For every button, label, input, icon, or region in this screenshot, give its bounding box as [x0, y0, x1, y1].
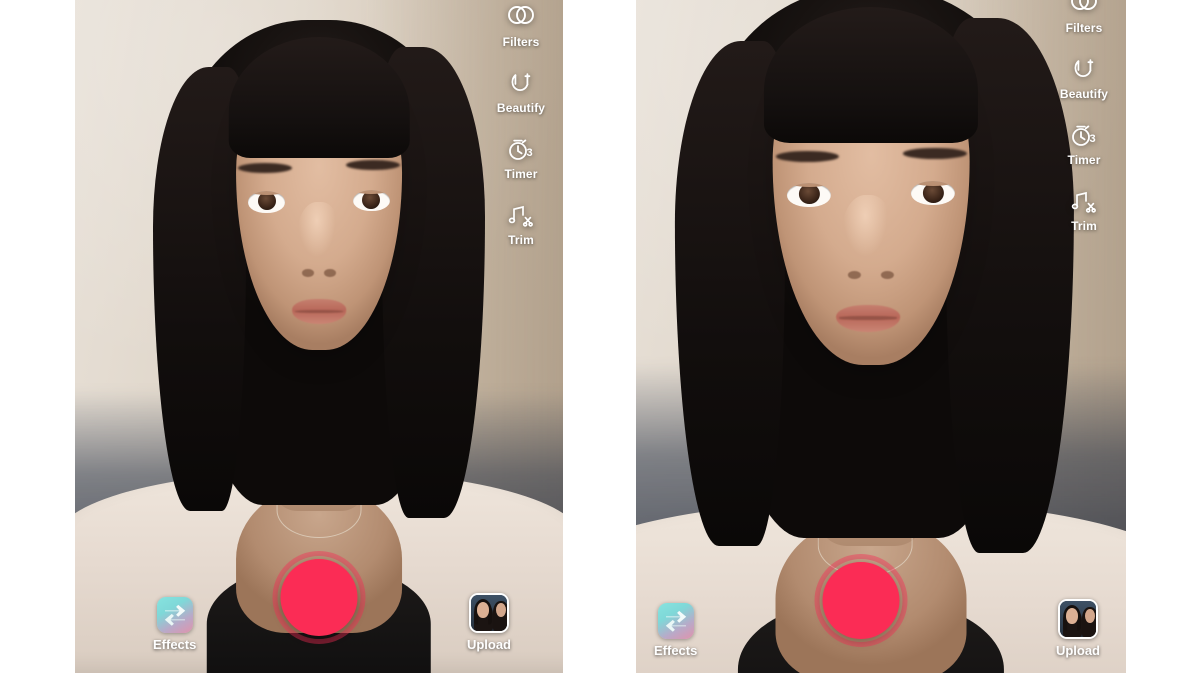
trim-icon [1069, 186, 1099, 216]
filters-icon [1069, 0, 1099, 18]
tool-trim[interactable]: Trim [479, 200, 563, 246]
tool-label-trim: Trim [1071, 219, 1097, 233]
effects-button[interactable]: Effects [654, 603, 697, 657]
tool-beautify[interactable]: Beautify [1042, 54, 1126, 100]
camera-panel-left: Filters Beautify 3 Timer Trim Effects Up… [75, 0, 563, 673]
effects-label: Effects [654, 643, 698, 658]
beautify-icon [1070, 54, 1098, 84]
tool-label-timer: Timer [1067, 153, 1101, 167]
tool-rail-left: Filters Beautify 3 Timer Trim [479, 0, 563, 246]
tool-beautify[interactable]: Beautify [479, 68, 563, 114]
timer-icon: 3 [506, 134, 536, 164]
tool-rail-right: Filters Beautify 3 Timer Trim [1042, 0, 1126, 232]
effects-button[interactable]: Effects [153, 597, 196, 651]
upload-label: Upload [466, 637, 511, 652]
tool-label-beautify: Beautify [496, 101, 546, 115]
bottom-controls-left: Effects Upload [75, 551, 563, 655]
tool-label-beautify: Beautify [1059, 87, 1109, 101]
effects-swap-arrows-icon [156, 597, 193, 633]
screenshot-stage: Filters Beautify 3 Timer Trim Effects Up… [0, 0, 1200, 673]
gallery-thumbnail-icon [468, 593, 509, 633]
filters-icon [506, 2, 536, 32]
upload-button[interactable]: Upload [467, 593, 511, 651]
gallery-thumbnail-icon [1057, 599, 1098, 639]
timer-icon: 3 [1069, 120, 1099, 150]
tool-label-trim: Trim [508, 233, 534, 247]
tool-timer[interactable]: 3 Timer [479, 134, 563, 180]
tool-filters[interactable]: Filters [1042, 0, 1126, 34]
record-button[interactable] [822, 562, 900, 639]
tool-label-filters: Filters [1065, 21, 1103, 35]
tool-trim[interactable]: Trim [1042, 186, 1126, 232]
effects-label: Effects [153, 637, 197, 652]
tool-label-filters: Filters [502, 35, 540, 49]
tool-label-timer: Timer [504, 167, 538, 181]
effects-swap-arrows-icon [657, 603, 694, 639]
tool-timer[interactable]: 3 Timer [1042, 120, 1126, 166]
trim-icon [506, 200, 536, 230]
beautify-icon [507, 68, 535, 98]
camera-panel-right: Filters Beautify 3 Timer Trim Effects Up… [636, 0, 1126, 673]
upload-button[interactable]: Upload [1056, 599, 1100, 657]
svg-text:3: 3 [527, 147, 533, 159]
tool-filters[interactable]: Filters [479, 2, 563, 48]
bottom-controls-right: Effects Upload [636, 554, 1126, 661]
svg-text:3: 3 [1090, 133, 1096, 145]
upload-label: Upload [1055, 643, 1100, 658]
record-button[interactable] [280, 559, 358, 636]
